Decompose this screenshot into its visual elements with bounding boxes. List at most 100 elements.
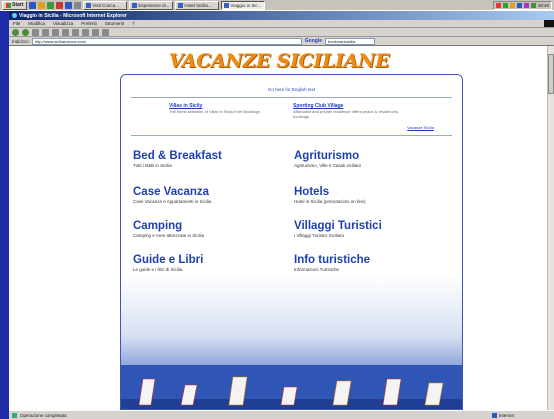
- task-label: Viaggio in Sic...: [230, 2, 262, 8]
- taskbar-task[interactable]: Visit Conca...: [83, 0, 128, 10]
- category-description: Agriturismo, Ville e Casali siciliani: [294, 163, 361, 168]
- tray-icon[interactable]: [523, 2, 529, 8]
- toolbar: [9, 28, 554, 37]
- category-case-vacanza[interactable]: Case Vacanza Case Vacanza e Appartamenti…: [133, 186, 283, 205]
- taskbar-task[interactable]: Hotel Sicilia...: [175, 0, 220, 10]
- window-icon: [132, 2, 138, 8]
- stop-icon[interactable]: [32, 28, 39, 36]
- scrollbar-thumb[interactable]: [548, 54, 554, 94]
- back-icon[interactable]: [12, 28, 19, 36]
- english-link[interactable]: Go here for English text: [121, 87, 462, 92]
- mail-icon[interactable]: [92, 28, 99, 36]
- category-title[interactable]: Agriturismo: [294, 150, 444, 163]
- task-label: Esperienze di...: [138, 2, 170, 8]
- category-description: Tutti i B&B in Sicilia: [133, 163, 172, 168]
- google-toolbar-label: Google: [304, 38, 322, 44]
- search-icon[interactable]: [62, 28, 69, 36]
- menu-favorites[interactable]: Preferiti: [81, 21, 97, 26]
- address-input[interactable]: http://www.siciliandoors.com/: [31, 37, 302, 45]
- category-description: Case Vacanza e Appartamenti in Sicilia: [133, 199, 212, 204]
- taskbar-task[interactable]: Esperienze di...: [129, 0, 174, 10]
- menu-tools[interactable]: Strumenti: [105, 21, 124, 26]
- web-page: VACANZE SICILIANE Go here for English te…: [9, 46, 554, 410]
- quick-launch-icon[interactable]: [29, 1, 37, 9]
- feature-villas[interactable]: Villas in Sicily The finest selection of…: [169, 103, 289, 114]
- tray-icon[interactable]: [516, 2, 522, 8]
- internet-zone-icon: [491, 412, 497, 418]
- start-button[interactable]: Start: [2, 0, 28, 10]
- category-camping[interactable]: Camping Camping e Aree attrezzate in Sic…: [133, 220, 283, 239]
- quick-launch-icon[interactable]: [56, 1, 64, 9]
- window-icon: [224, 2, 230, 8]
- security-zone: Internet: [491, 412, 514, 418]
- category-title[interactable]: Bed & Breakfast: [133, 150, 283, 163]
- category-hotels[interactable]: Hotels Hotel in Sicilia (prenotazioni on…: [294, 186, 444, 205]
- history-icon[interactable]: [82, 28, 89, 36]
- favorites-icon[interactable]: [72, 28, 79, 36]
- category-description: Informazioni Turistiche: [294, 267, 340, 272]
- title-bar: Viaggio in Sicilia - Microsoft Internet …: [9, 11, 554, 20]
- beach-chairs-image: [121, 365, 462, 409]
- content-panel: Go here for English text Villas in Sicil…: [120, 74, 463, 410]
- feature-sporting-club[interactable]: Sporting Club Village Affordable and pri…: [293, 103, 413, 119]
- home-icon[interactable]: [52, 28, 59, 36]
- browser-window: Viaggio in Sicilia - Microsoft Internet …: [9, 11, 554, 419]
- forward-icon[interactable]: [22, 28, 29, 36]
- print-icon[interactable]: [102, 28, 109, 36]
- category-description: Hotel in Sicilia (prenotazioni on line): [294, 199, 366, 204]
- window-icon: [86, 2, 92, 8]
- category-title[interactable]: Camping: [133, 220, 283, 233]
- tray-icon[interactable]: [530, 2, 536, 8]
- menu-file[interactable]: File: [13, 21, 20, 26]
- menu-help[interactable]: ?: [132, 21, 135, 26]
- taskbar-task-active[interactable]: Viaggio in Sic...: [221, 0, 266, 10]
- deck-chair: [280, 386, 298, 406]
- clock: 18:46: [537, 2, 549, 8]
- quick-launch-icon[interactable]: [65, 1, 73, 9]
- status-text: Operazione completata: [20, 412, 67, 418]
- category-title[interactable]: Guide e Libri: [133, 254, 283, 267]
- internet-explorer-icon: [12, 13, 17, 18]
- status-bar: Operazione completata Internet: [9, 410, 554, 419]
- category-title[interactable]: Villaggi Turistici: [294, 220, 444, 233]
- category-info-turistiche[interactable]: Info turistiche Informazioni Turistiche: [294, 254, 444, 273]
- divider: [131, 135, 452, 136]
- category-description: Camping e Aree attrezzate in Sicilia: [133, 233, 205, 238]
- category-villaggi-turistici[interactable]: Villaggi Turistici I Villaggi Turistici …: [294, 220, 444, 239]
- vertical-scrollbar[interactable]: [547, 46, 554, 410]
- tray-icon[interactable]: [495, 2, 501, 8]
- category-title[interactable]: Case Vacanza: [133, 186, 283, 199]
- windows-flag-icon: [6, 2, 11, 8]
- category-description: Le guide e i libri di Sicilia: [133, 267, 183, 272]
- quick-launch-icon[interactable]: [74, 1, 82, 9]
- page-done-icon: [12, 412, 17, 418]
- tray-icon[interactable]: [509, 2, 515, 8]
- category-title[interactable]: Hotels: [294, 186, 444, 199]
- task-label: Visit Conca...: [92, 2, 119, 8]
- category-title[interactable]: Info turistiche: [294, 254, 444, 267]
- category-bed-breakfast[interactable]: Bed & Breakfast Tutti i B&B in Sicilia: [133, 150, 283, 169]
- menu-view[interactable]: Visualizza: [53, 21, 73, 26]
- feature-description: The finest selection of Villas in Sicily…: [169, 109, 260, 114]
- quick-launch-icon[interactable]: [38, 1, 46, 9]
- address-bar: Indirizzo http://www.siciliandoors.com/ …: [9, 37, 554, 46]
- task-label: Hotel Sicilia...: [184, 2, 212, 8]
- google-search-input[interactable]: bookmarksicilia: [325, 37, 375, 45]
- category-agriturismo[interactable]: Agriturismo Agriturismo, Ville e Casali …: [294, 150, 444, 169]
- category-guide-libri[interactable]: Guide e Libri Le guide e i libri di Sici…: [133, 254, 283, 273]
- site-title: VACANZE SICILIANE: [168, 50, 390, 72]
- quick-launch-icon[interactable]: [47, 1, 55, 9]
- tray-icon[interactable]: [502, 2, 508, 8]
- window-title: Viaggio in Sicilia - Microsoft Internet …: [19, 12, 127, 19]
- system-tray: 18:46: [492, 0, 552, 10]
- more-link[interactable]: Vacanze Sicilia: [407, 125, 434, 130]
- window-icon: [178, 2, 184, 8]
- refresh-icon[interactable]: [42, 28, 49, 36]
- feature-description: Affordable and private residence offers …: [293, 109, 399, 119]
- menu-edit[interactable]: Modifica: [28, 21, 45, 26]
- divider: [131, 97, 452, 98]
- zone-label: Internet: [498, 412, 514, 418]
- panel-background: Go here for English text Villas in Sicil…: [121, 75, 462, 409]
- menu-bar: File Modifica Visualizza Preferiti Strum…: [9, 20, 554, 28]
- taskbar: Start Visit Conca... Esperienze di... Ho…: [0, 0, 554, 11]
